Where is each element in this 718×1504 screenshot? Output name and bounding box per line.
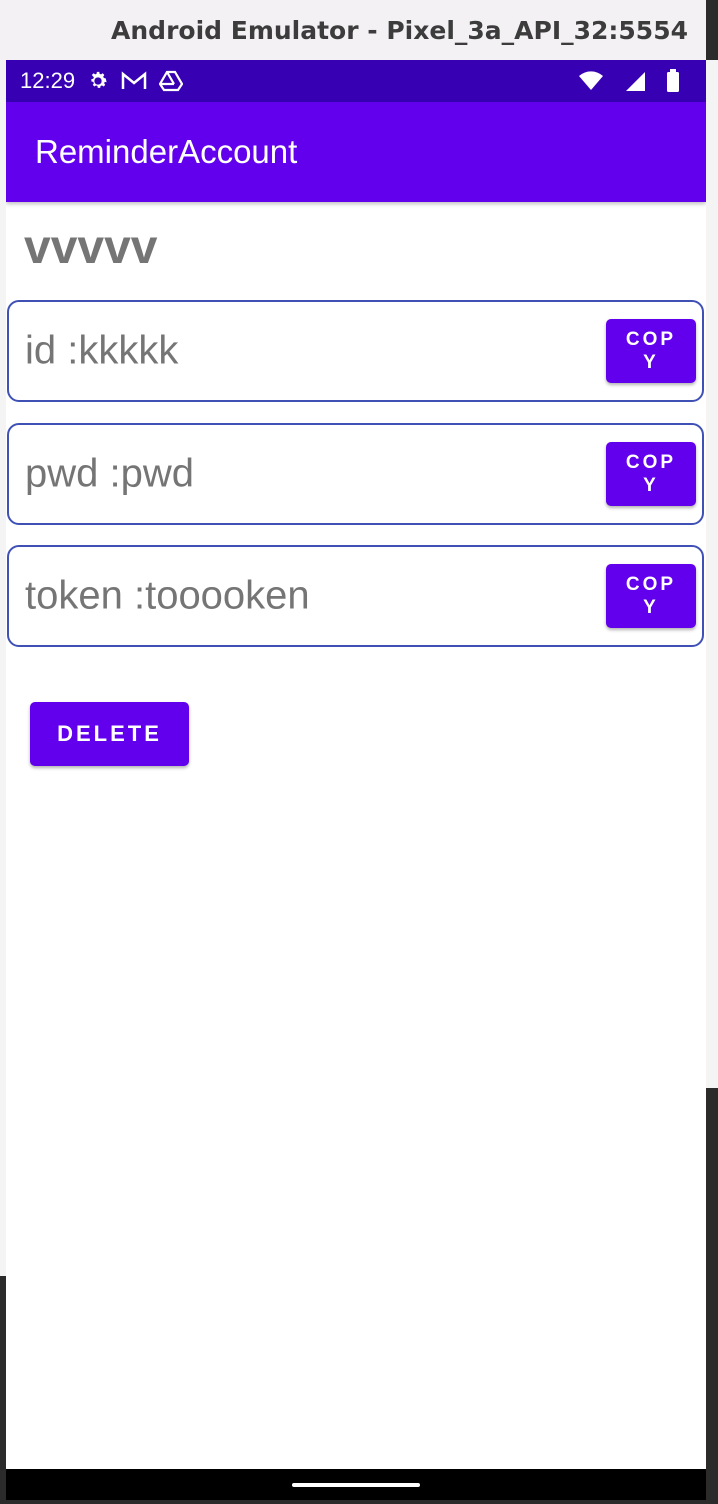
- app-title: ReminderAccount: [35, 133, 298, 170]
- pwd-field-card: pwd :pwd COPY: [7, 423, 704, 525]
- copy-id-button[interactable]: COPY: [606, 319, 696, 383]
- emulator-title-bar: Android Emulator - Pixel_3a_API_32:5554: [0, 0, 718, 60]
- gesture-handle[interactable]: [292, 1483, 420, 1487]
- account-name: vvvvv: [24, 221, 158, 274]
- drive-icon: [159, 70, 184, 92]
- app-bar: ReminderAccount: [6, 102, 706, 202]
- device-screen: 12:29 ReminderAccount vvvvv id :kkkkk CO…: [6, 60, 706, 1469]
- pwd-field-text: pwd :pwd: [25, 451, 194, 496]
- token-field-card: token :tooooken COPY: [7, 545, 704, 647]
- copy-pwd-button[interactable]: COPY: [606, 442, 696, 506]
- status-time: 12:29: [20, 68, 76, 93]
- id-field-card: id :kkkkk COPY: [7, 300, 704, 402]
- signal-icon: [624, 70, 646, 92]
- battery-icon: [666, 69, 680, 93]
- emulator-window-title: Android Emulator - Pixel_3a_API_32:5554: [111, 15, 688, 45]
- gmail-icon: [121, 71, 147, 91]
- status-bar: 12:29: [6, 60, 706, 102]
- token-field-text: token :tooooken: [25, 573, 310, 618]
- gear-icon: [87, 70, 109, 92]
- copy-token-button[interactable]: COPY: [606, 564, 696, 628]
- delete-button[interactable]: DELETE: [30, 702, 189, 766]
- wifi-icon: [578, 71, 604, 91]
- navigation-bar: [6, 1469, 706, 1500]
- right-window-edge-light: [706, 60, 718, 1088]
- id-field-text: id :kkkkk: [25, 328, 179, 373]
